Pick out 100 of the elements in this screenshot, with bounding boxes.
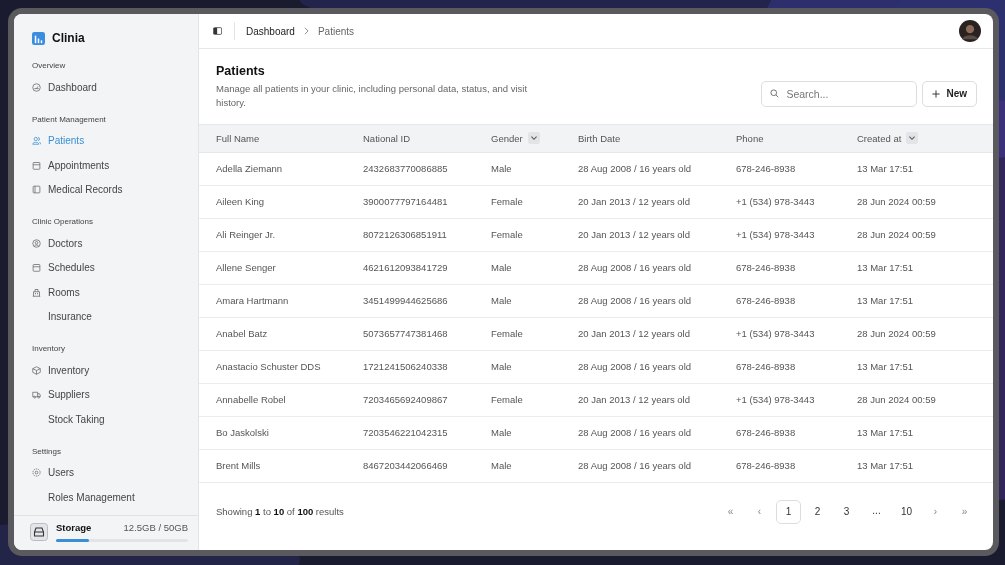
settings-icon bbox=[32, 468, 41, 478]
table-cell: Female bbox=[474, 185, 561, 219]
avatar[interactable] bbox=[959, 20, 981, 42]
sidebar-toggle-icon[interactable] bbox=[213, 27, 222, 35]
page-button[interactable]: 3 bbox=[834, 499, 859, 524]
column-header[interactable]: Gender bbox=[474, 124, 561, 153]
table-cell: +1 (534) 978-3443 bbox=[719, 218, 840, 252]
table-cell: Ali Reinger Jr. bbox=[199, 218, 346, 252]
table-cell: 20 Jan 2013 / 12 years old bbox=[561, 317, 719, 351]
sidebar-item[interactable]: Doctors bbox=[32, 231, 198, 256]
column-header[interactable]: Created at bbox=[840, 124, 993, 153]
search-field[interactable]: Search... bbox=[761, 80, 918, 107]
table-cell: 678-246-8938 bbox=[719, 284, 840, 318]
table-cell: Male bbox=[474, 416, 561, 450]
storage-label: Storage bbox=[56, 522, 92, 533]
table-cell: Bo Jaskolski bbox=[199, 416, 346, 450]
table-cell: Female bbox=[474, 317, 561, 351]
sidebar-item[interactable]: Inventory bbox=[32, 358, 198, 383]
section-heading: Settings bbox=[32, 445, 62, 458]
table-cell: 678-246-8938 bbox=[719, 449, 840, 483]
table-cell: 678-246-8938 bbox=[719, 350, 840, 384]
table-cell: 13 Mar 17:51 bbox=[840, 284, 993, 318]
page-button[interactable]: 10 bbox=[894, 499, 919, 524]
page-title: Patients bbox=[216, 64, 266, 78]
table-cell: Aileen King bbox=[199, 185, 346, 219]
drive-icon bbox=[30, 523, 48, 541]
column-header: Full Name bbox=[199, 124, 346, 153]
table-cell: 3900077797164481 bbox=[346, 185, 474, 219]
brand-name: Clinia bbox=[52, 31, 85, 45]
table-cell: Amara Hartmann bbox=[199, 284, 346, 318]
table-cell: Female bbox=[474, 383, 561, 417]
table-cell: 2432683770086885 bbox=[346, 152, 474, 186]
table-cell: 4621612093841729 bbox=[346, 251, 474, 285]
breadcrumb-link[interactable]: Patients bbox=[317, 25, 355, 37]
table-cell: 28 Jun 2024 00:59 bbox=[840, 317, 993, 351]
table-cell: 28 Aug 2008 / 16 years old bbox=[561, 449, 719, 483]
page-description: Manage all patients in your clinic, including personal data, status, and visit history. bbox=[216, 82, 529, 110]
table-cell: Brent Mills bbox=[199, 449, 346, 483]
sidebar-item[interactable]: Suppliers bbox=[32, 382, 198, 407]
chevron-down-icon[interactable] bbox=[906, 132, 919, 145]
table-cell: Male bbox=[474, 251, 561, 285]
table-cell: Male bbox=[474, 284, 561, 318]
table-cell: 1721241506240338 bbox=[346, 350, 474, 384]
column-header: Birth Date bbox=[561, 124, 719, 153]
sidebar-item[interactable]: Insurance bbox=[32, 304, 198, 329]
sidebar-item[interactable]: Dashboard bbox=[32, 75, 198, 100]
user-circle-icon bbox=[32, 238, 41, 248]
truck-icon bbox=[32, 390, 41, 400]
table-cell: 28 Jun 2024 00:59 bbox=[840, 218, 993, 252]
table-cell: Female bbox=[474, 218, 561, 252]
gauge-icon bbox=[32, 82, 41, 92]
sidebar-item[interactable]: Stock Taking bbox=[32, 407, 198, 432]
book-icon bbox=[32, 185, 41, 195]
sidebar-item[interactable]: Roles Management bbox=[32, 485, 198, 510]
storage-reading: 12.5GB / 50GB bbox=[123, 522, 188, 533]
search-icon bbox=[770, 88, 780, 98]
column-header: National ID bbox=[346, 124, 474, 153]
table-cell: 7203465692409867 bbox=[346, 383, 474, 417]
table-cell: +1 (534) 978-3443 bbox=[719, 185, 840, 219]
page-button[interactable]: 1 bbox=[776, 499, 801, 524]
results-summary: Showing 1 to 10 of 100 results bbox=[216, 506, 344, 518]
table-cell: Male bbox=[474, 449, 561, 483]
sidebar-item[interactable]: Rooms bbox=[32, 280, 198, 305]
table-cell: 3451499944625686 bbox=[346, 284, 474, 318]
table-cell: 28 Aug 2008 / 16 years old bbox=[561, 251, 719, 285]
calendar-icon bbox=[32, 263, 41, 273]
table-cell: 28 Jun 2024 00:59 bbox=[840, 383, 993, 417]
chevron-down-icon[interactable] bbox=[527, 132, 540, 145]
sidebar-item[interactable]: Medical Records bbox=[32, 177, 198, 202]
page-button[interactable]: 2 bbox=[805, 499, 830, 524]
sidebar-item[interactable]: Schedules bbox=[32, 255, 198, 280]
table-cell: Anabel Batz bbox=[199, 317, 346, 351]
table-cell: 13 Mar 17:51 bbox=[840, 350, 993, 384]
table-cell: Anastacio Schuster DDS bbox=[199, 350, 346, 384]
table-cell: 20 Jan 2013 / 12 years old bbox=[561, 383, 719, 417]
building-icon bbox=[32, 287, 41, 297]
table-cell: 20 Jan 2013 / 12 years old bbox=[561, 185, 719, 219]
section-heading: Overview bbox=[32, 60, 67, 72]
table-cell: Adella Ziemann bbox=[199, 152, 346, 186]
table-cell: 5073657747381468 bbox=[346, 317, 474, 351]
calendar-icon bbox=[32, 160, 41, 170]
chevron-right-icon bbox=[303, 27, 309, 35]
table-cell: Male bbox=[474, 350, 561, 384]
table-cell: Annabelle Robel bbox=[199, 383, 346, 417]
plus-icon bbox=[932, 89, 941, 98]
breadcrumb-link[interactable]: Dashboard bbox=[246, 25, 295, 37]
table-cell: 28 Aug 2008 / 16 years old bbox=[561, 416, 719, 450]
table-cell: Allene Senger bbox=[199, 251, 346, 285]
table-cell: 8467203442066469 bbox=[346, 449, 474, 483]
users-icon bbox=[32, 136, 41, 146]
table-cell: 678-246-8938 bbox=[719, 251, 840, 285]
sidebar-item[interactable]: Users bbox=[32, 460, 198, 485]
table-cell: 28 Aug 2008 / 16 years old bbox=[561, 350, 719, 384]
column-header: Phone bbox=[719, 124, 840, 153]
sidebar-item[interactable]: Appointments bbox=[32, 153, 198, 178]
table-cell: 20 Jan 2013 / 12 years old bbox=[561, 218, 719, 252]
table-cell: 8072126306851911 bbox=[346, 218, 474, 252]
new-button[interactable]: New bbox=[922, 80, 977, 107]
table-cell: 13 Mar 17:51 bbox=[840, 251, 993, 285]
table-cell: 28 Jun 2024 00:59 bbox=[840, 185, 993, 219]
